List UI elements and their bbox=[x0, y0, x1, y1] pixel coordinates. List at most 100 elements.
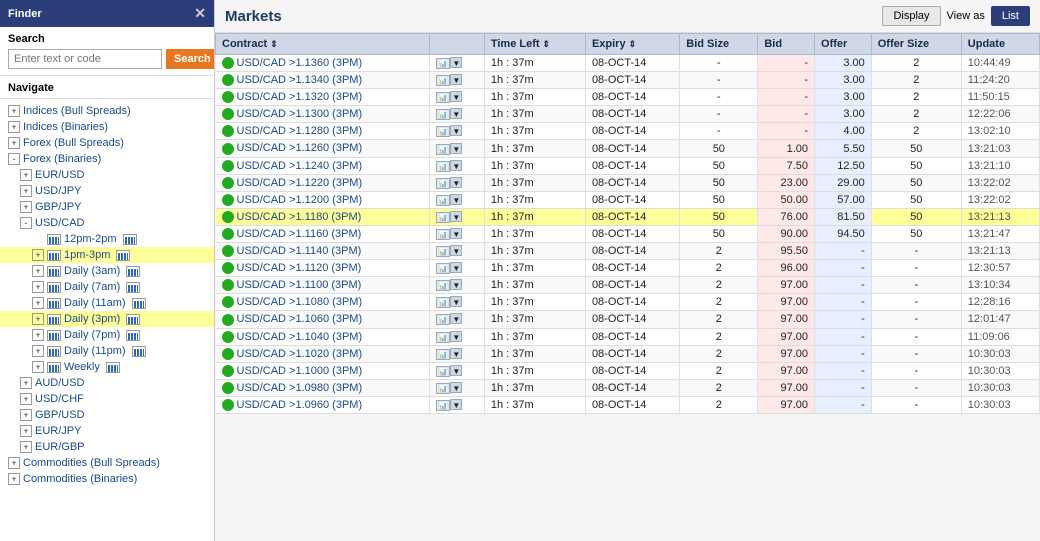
chart-mini-icon[interactable]: 📊 bbox=[436, 161, 450, 172]
sidebar-item-forex-bin[interactable]: -Forex (Binaries) bbox=[0, 151, 214, 167]
expander-icon[interactable]: + bbox=[8, 473, 20, 485]
contract-cell[interactable]: USD/CAD >1.1320 (3PM) bbox=[216, 89, 430, 106]
search-input[interactable] bbox=[8, 49, 162, 69]
expander-icon[interactable]: + bbox=[32, 297, 44, 309]
dropdown-icon[interactable]: ▼ bbox=[450, 365, 462, 376]
expander-icon[interactable]: + bbox=[8, 121, 20, 133]
contract-cell[interactable]: USD/CAD >1.0960 (3PM) bbox=[216, 396, 430, 413]
dropdown-icon[interactable]: ▼ bbox=[450, 296, 462, 307]
dropdown-icon[interactable]: ▼ bbox=[450, 74, 462, 85]
dropdown-icon[interactable]: ▼ bbox=[450, 382, 462, 393]
table-row[interactable]: USD/CAD >1.1220 (3PM)📊▼1h : 37m08-OCT-14… bbox=[216, 174, 1040, 191]
dropdown-icon[interactable]: ▼ bbox=[450, 194, 462, 205]
col-header-timeleft[interactable]: Time Left⇕ bbox=[484, 34, 585, 55]
table-row[interactable]: USD/CAD >1.1200 (3PM)📊▼1h : 37m08-OCT-14… bbox=[216, 191, 1040, 208]
chart-mini-icon[interactable]: 📊 bbox=[436, 246, 450, 257]
contract-cell[interactable]: USD/CAD >1.0980 (3PM) bbox=[216, 379, 430, 396]
dropdown-icon[interactable]: ▼ bbox=[450, 228, 462, 239]
contract-cell[interactable]: USD/CAD >1.1060 (3PM) bbox=[216, 311, 430, 328]
dropdown-icon[interactable]: ▼ bbox=[450, 91, 462, 102]
contract-cell[interactable]: USD/CAD >1.1240 (3PM) bbox=[216, 157, 430, 174]
table-row[interactable]: USD/CAD >1.1160 (3PM)📊▼1h : 37m08-OCT-14… bbox=[216, 225, 1040, 242]
chart-mini-icon[interactable]: 📊 bbox=[436, 263, 450, 274]
chart-mini-icon[interactable]: 📊 bbox=[436, 383, 450, 394]
sidebar-item-usd-chf[interactable]: +USD/CHF bbox=[0, 391, 214, 407]
sidebar-item-weekly[interactable]: +Weekly bbox=[0, 359, 214, 375]
expander-icon[interactable]: + bbox=[32, 361, 44, 373]
dropdown-icon[interactable]: ▼ bbox=[450, 399, 462, 410]
table-row[interactable]: USD/CAD >1.1280 (3PM)📊▼1h : 37m08-OCT-14… bbox=[216, 123, 1040, 140]
dropdown-icon[interactable]: ▼ bbox=[450, 262, 462, 273]
sidebar-item-indices-bin[interactable]: +Indices (Binaries) bbox=[0, 119, 214, 135]
chart-mini-icon[interactable]: 📊 bbox=[436, 349, 450, 360]
chart-mini-icon[interactable]: 📊 bbox=[436, 280, 450, 291]
dropdown-icon[interactable]: ▼ bbox=[450, 143, 462, 154]
table-row[interactable]: USD/CAD >1.1260 (3PM)📊▼1h : 37m08-OCT-14… bbox=[216, 140, 1040, 157]
dropdown-icon[interactable]: ▼ bbox=[450, 108, 462, 119]
sidebar-item-gbp-jpy[interactable]: +GBP/JPY bbox=[0, 199, 214, 215]
dropdown-icon[interactable]: ▼ bbox=[450, 177, 462, 188]
sidebar-item-daily-3am[interactable]: +Daily (3am) bbox=[0, 263, 214, 279]
display-button[interactable]: Display bbox=[882, 6, 940, 26]
expander-icon[interactable]: + bbox=[20, 377, 32, 389]
contract-cell[interactable]: USD/CAD >1.1000 (3PM) bbox=[216, 362, 430, 379]
sidebar-item-usd-cad[interactable]: -USD/CAD bbox=[0, 215, 214, 231]
col-header-contract[interactable]: Contract⇕ bbox=[216, 34, 430, 55]
expander-icon[interactable]: + bbox=[20, 393, 32, 405]
chart-mini-icon[interactable]: 📊 bbox=[436, 297, 450, 308]
chart-mini-icon[interactable]: 📊 bbox=[436, 144, 450, 155]
sidebar-item-commodities-bull[interactable]: +Commodities (Bull Spreads) bbox=[0, 455, 214, 471]
expander-icon[interactable]: + bbox=[32, 265, 44, 277]
contract-cell[interactable]: USD/CAD >1.1040 (3PM) bbox=[216, 328, 430, 345]
chart-mini-icon[interactable]: 📊 bbox=[436, 229, 450, 240]
chart-mini-icon[interactable]: 📊 bbox=[436, 195, 450, 206]
chart-mini-icon[interactable]: 📊 bbox=[436, 58, 450, 69]
chart-mini-icon[interactable]: 📊 bbox=[436, 332, 450, 343]
table-row[interactable]: USD/CAD >1.0980 (3PM)📊▼1h : 37m08-OCT-14… bbox=[216, 379, 1040, 396]
col-header-expiry[interactable]: Expiry⇕ bbox=[585, 34, 679, 55]
table-row[interactable]: USD/CAD >1.1120 (3PM)📊▼1h : 37m08-OCT-14… bbox=[216, 260, 1040, 277]
table-row[interactable]: USD/CAD >1.1240 (3PM)📊▼1h : 37m08-OCT-14… bbox=[216, 157, 1040, 174]
expander-icon[interactable]: + bbox=[32, 313, 44, 325]
sidebar-item-eur-jpy[interactable]: +EUR/JPY bbox=[0, 423, 214, 439]
contract-cell[interactable]: USD/CAD >1.1340 (3PM) bbox=[216, 72, 430, 89]
contract-cell[interactable]: USD/CAD >1.1100 (3PM) bbox=[216, 277, 430, 294]
sidebar-item-1pm-3pm[interactable]: +1pm-3pm bbox=[0, 247, 214, 263]
chart-mini-icon[interactable]: 📊 bbox=[436, 92, 450, 103]
sidebar-item-eur-usd[interactable]: +EUR/USD bbox=[0, 167, 214, 183]
contract-cell[interactable]: USD/CAD >1.1140 (3PM) bbox=[216, 243, 430, 260]
chart-mini-icon[interactable]: 📊 bbox=[436, 366, 450, 377]
expander-icon[interactable]: + bbox=[8, 457, 20, 469]
contract-cell[interactable]: USD/CAD >1.1360 (3PM) bbox=[216, 55, 430, 72]
table-row[interactable]: USD/CAD >1.1360 (3PM)📊▼1h : 37m08-OCT-14… bbox=[216, 55, 1040, 72]
sidebar-item-daily-11pm[interactable]: +Daily (11pm) bbox=[0, 343, 214, 359]
contract-cell[interactable]: USD/CAD >1.1080 (3PM) bbox=[216, 294, 430, 311]
sidebar-item-daily-3pm[interactable]: +Daily (3pm) bbox=[0, 311, 214, 327]
expander-icon[interactable]: - bbox=[20, 217, 32, 229]
dropdown-icon[interactable]: ▼ bbox=[450, 348, 462, 359]
expander-icon[interactable]: + bbox=[20, 441, 32, 453]
contract-cell[interactable]: USD/CAD >1.1120 (3PM) bbox=[216, 260, 430, 277]
list-button[interactable]: List bbox=[991, 6, 1030, 26]
sidebar-item-forex-bull[interactable]: +Forex (Bull Spreads) bbox=[0, 135, 214, 151]
sidebar-item-eur-gbp[interactable]: +EUR/GBP bbox=[0, 439, 214, 455]
contract-cell[interactable]: USD/CAD >1.1180 (3PM) bbox=[216, 208, 430, 225]
chart-mini-icon[interactable]: 📊 bbox=[436, 212, 450, 223]
table-row[interactable]: USD/CAD >1.1040 (3PM)📊▼1h : 37m08-OCT-14… bbox=[216, 328, 1040, 345]
expander-icon[interactable]: + bbox=[8, 105, 20, 117]
expander-icon[interactable]: + bbox=[20, 185, 32, 197]
chart-mini-icon[interactable]: 📊 bbox=[436, 126, 450, 137]
chart-mini-icon[interactable]: 📊 bbox=[436, 314, 450, 325]
contract-cell[interactable]: USD/CAD >1.1220 (3PM) bbox=[216, 174, 430, 191]
contract-cell[interactable]: USD/CAD >1.1020 (3PM) bbox=[216, 345, 430, 362]
dropdown-icon[interactable]: ▼ bbox=[450, 245, 462, 256]
contract-cell[interactable]: USD/CAD >1.1200 (3PM) bbox=[216, 191, 430, 208]
sidebar-item-12pm-2pm[interactable]: 12pm-2pm bbox=[0, 231, 214, 247]
table-row[interactable]: USD/CAD >1.1000 (3PM)📊▼1h : 37m08-OCT-14… bbox=[216, 362, 1040, 379]
dropdown-icon[interactable]: ▼ bbox=[450, 279, 462, 290]
expander-icon[interactable]: + bbox=[20, 409, 32, 421]
sidebar-item-indices-bull[interactable]: +Indices (Bull Spreads) bbox=[0, 103, 214, 119]
table-row[interactable]: USD/CAD >1.1320 (3PM)📊▼1h : 37m08-OCT-14… bbox=[216, 89, 1040, 106]
table-row[interactable]: USD/CAD >1.1140 (3PM)📊▼1h : 37m08-OCT-14… bbox=[216, 243, 1040, 260]
table-row[interactable]: USD/CAD >1.1060 (3PM)📊▼1h : 37m08-OCT-14… bbox=[216, 311, 1040, 328]
